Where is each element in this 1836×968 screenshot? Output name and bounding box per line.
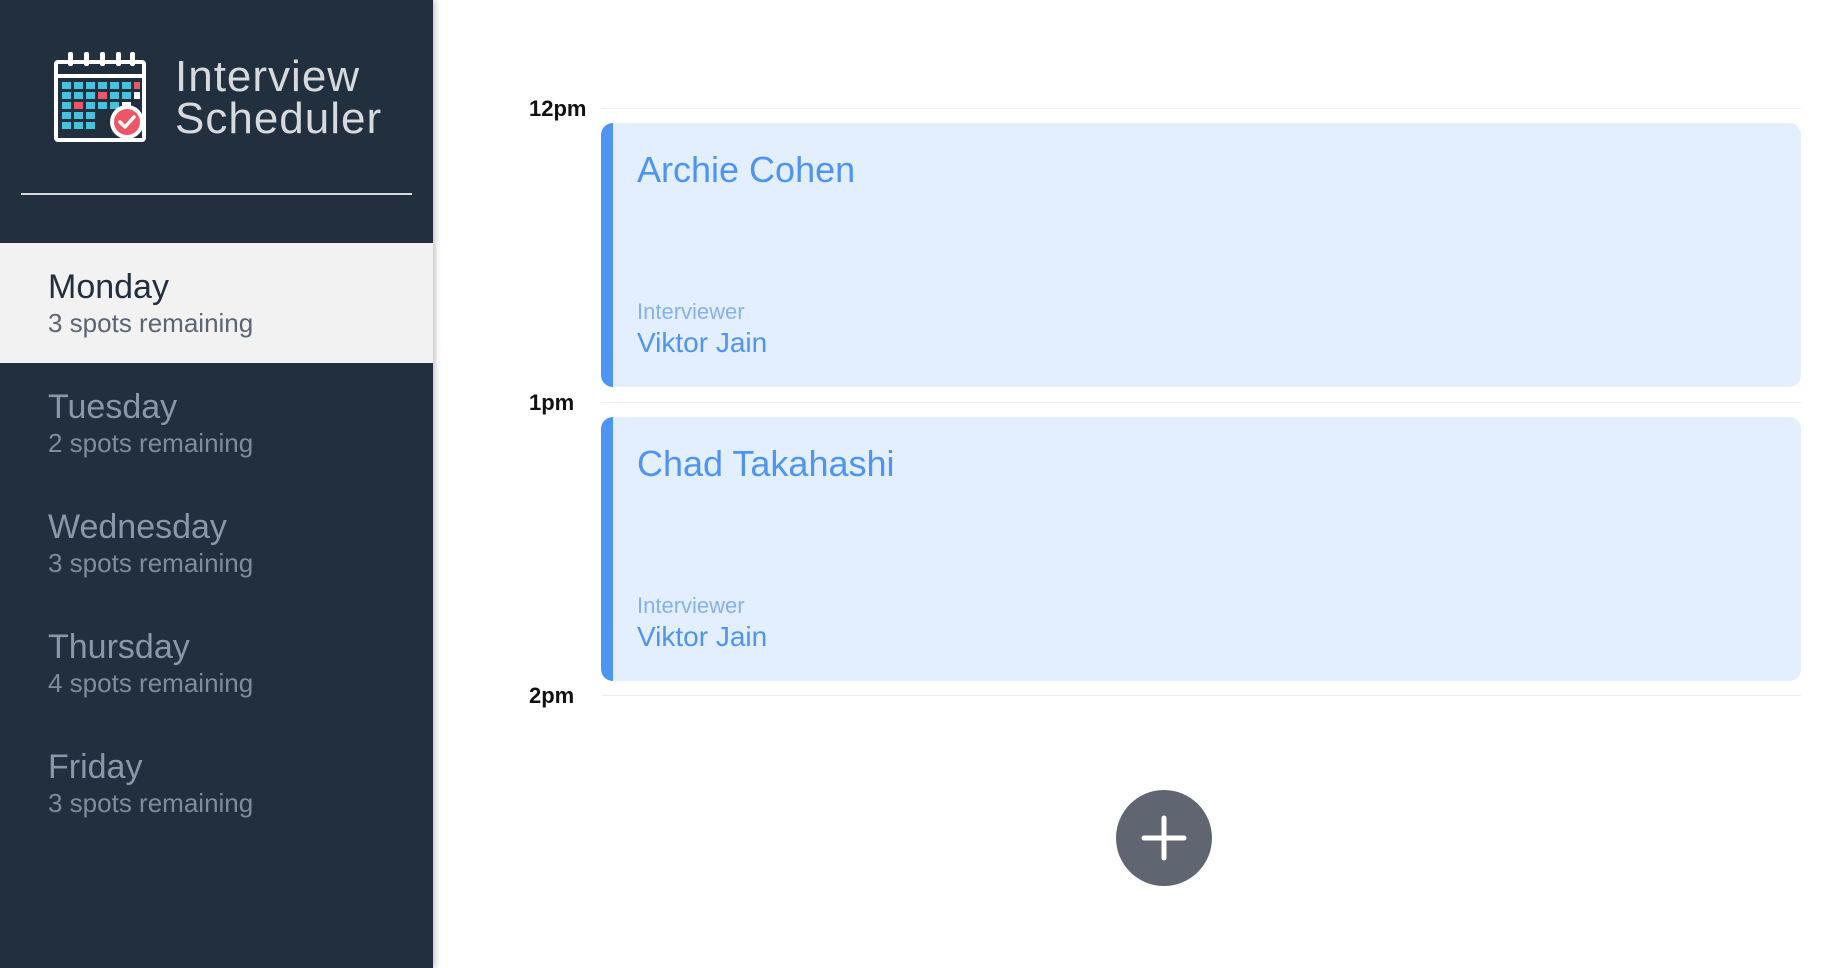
day-name: Thursday: [48, 628, 190, 666]
time-label: 1pm: [529, 390, 575, 415]
day-item-friday[interactable]: Friday 3 spots remaining: [0, 723, 433, 843]
calendar-check-icon: [54, 52, 146, 142]
sidebar: Interview Scheduler Monday 3 spots remai…: [0, 0, 433, 968]
day-spots-remaining: 2 spots remaining: [48, 428, 254, 458]
day-name: Monday: [48, 268, 169, 306]
day-list: Monday 3 spots remaining Tuesday 2 spots…: [0, 243, 433, 843]
time-label: 12pm: [529, 96, 587, 121]
interviewer-name: Viktor Jain: [637, 621, 768, 652]
day-spots-remaining: 3 spots remaining: [48, 788, 254, 818]
slot-divider: [601, 108, 1801, 109]
day-item-wednesday[interactable]: Wednesday 3 spots remaining: [0, 483, 433, 603]
interview-scheduler-app: Interview Scheduler Monday 3 spots remai…: [0, 0, 1836, 968]
slot-divider: [601, 402, 1801, 403]
sidebar-divider: [21, 193, 412, 195]
day-name: Tuesday: [48, 388, 178, 426]
time-label: 2pm: [529, 683, 575, 708]
interviewer-name: Viktor Jain: [637, 327, 768, 358]
day-item-monday[interactable]: Monday 3 spots remaining: [0, 243, 433, 363]
plus-icon: [1141, 815, 1187, 861]
brand: Interview Scheduler: [50, 50, 382, 145]
add-appointment-button[interactable]: [1116, 790, 1212, 886]
app-title: Interview Scheduler: [175, 51, 383, 143]
day-spots-remaining: 3 spots remaining: [48, 308, 254, 338]
day-spots-remaining: 3 spots remaining: [48, 548, 254, 578]
student-name: Archie Cohen: [637, 149, 856, 190]
day-name: Friday: [48, 748, 143, 786]
app-title-line1: Interview: [175, 51, 361, 101]
schedule: 12pm Archie Cohen Interviewer Viktor Jai…: [433, 0, 1836, 968]
slot-divider: [601, 695, 1801, 696]
interviewer-label: Interviewer: [637, 299, 745, 324]
appointment-card[interactable]: Chad Takahashi Interviewer Viktor Jain: [601, 417, 1801, 681]
day-item-tuesday[interactable]: Tuesday 2 spots remaining: [0, 363, 433, 483]
student-name: Chad Takahashi: [637, 443, 895, 484]
day-spots-remaining: 4 spots remaining: [48, 668, 254, 698]
app-title-line2: Scheduler: [175, 93, 383, 143]
interviewer-label: Interviewer: [637, 593, 745, 618]
day-name: Wednesday: [48, 508, 227, 546]
appointment-card[interactable]: Archie Cohen Interviewer Viktor Jain: [601, 123, 1801, 387]
day-item-thursday[interactable]: Thursday 4 spots remaining: [0, 603, 433, 723]
